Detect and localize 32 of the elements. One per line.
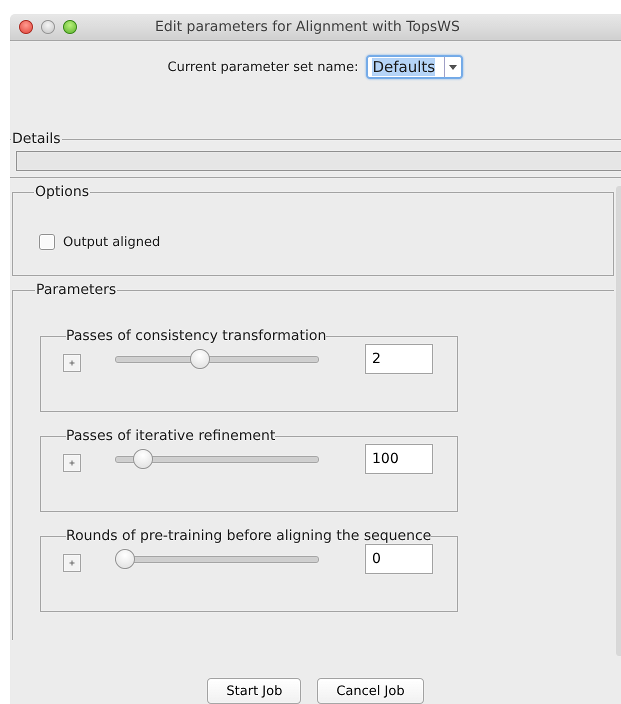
value-field[interactable]: 100	[365, 444, 433, 474]
zoom-button[interactable]	[63, 20, 77, 34]
group-title: Passes of consistency transformation	[66, 328, 326, 344]
group-title: Rounds of pre-training before aligning the sequence	[66, 528, 432, 544]
parameter-set-label: Current parameter set name:	[168, 60, 358, 74]
plus-button[interactable]	[63, 554, 81, 572]
value-field[interactable]: 0	[365, 544, 433, 574]
slider-thumb[interactable]	[115, 549, 135, 569]
slider[interactable]	[115, 449, 319, 469]
close-button[interactable]	[19, 20, 33, 34]
plus-icon	[69, 460, 75, 466]
group-title: Details	[11, 131, 62, 147]
checkbox[interactable]	[39, 234, 55, 250]
slider[interactable]	[115, 349, 319, 369]
job-button[interactable]: Start Job	[207, 678, 302, 704]
checkbox-label: Output aligned	[63, 234, 160, 250]
group-title: Parameters	[35, 282, 118, 298]
group-title: Passes of iterative refinement	[66, 428, 276, 444]
minimize-button[interactable]	[41, 20, 55, 34]
plus-icon	[69, 360, 75, 366]
slider[interactable]	[115, 549, 319, 569]
plus-button[interactable]	[63, 354, 81, 372]
job-button[interactable]: Cancel Job	[317, 678, 424, 704]
plus-button[interactable]	[63, 454, 81, 472]
window-title: Edit parameters for Alignment with TopsWS	[155, 19, 460, 35]
plus-icon	[69, 560, 75, 566]
caret-icon	[449, 64, 458, 70]
value-field[interactable]: 2	[365, 344, 433, 374]
parameter-set-dropdown[interactable]: Defaults	[366, 55, 464, 79]
slider-thumb[interactable]	[133, 449, 154, 469]
slider-thumb[interactable]	[190, 349, 210, 369]
group-title: Options	[34, 184, 90, 200]
